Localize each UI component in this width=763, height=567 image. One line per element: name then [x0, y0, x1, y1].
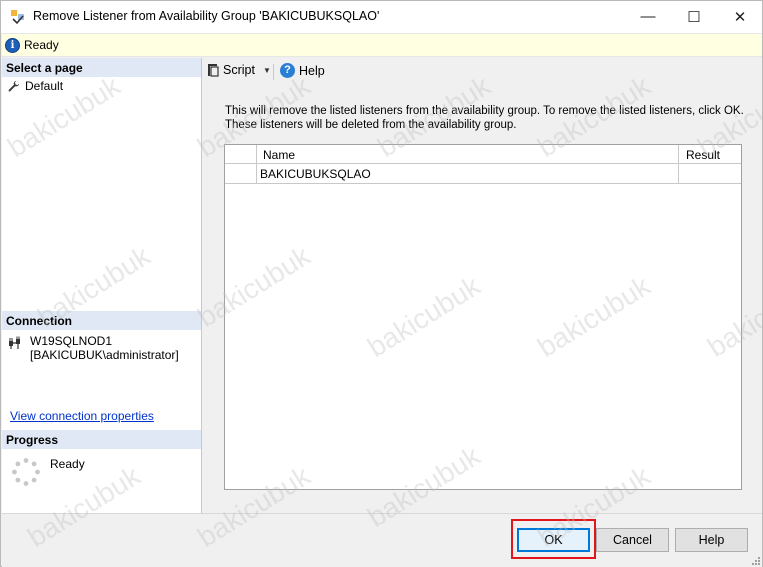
info-icon: i [5, 38, 20, 53]
column-header-result[interactable]: Result [686, 148, 720, 162]
main-content: This will remove the listed listeners fr… [203, 87, 762, 513]
status-bar: i Ready [2, 33, 762, 57]
maximize-button[interactable]: ☐ [671, 1, 717, 32]
connection-user: [BAKICUBUK\administrator] [30, 348, 179, 362]
cancel-button[interactable]: Cancel [596, 528, 669, 552]
progress-status: Ready [50, 457, 85, 471]
help-label: Help [299, 63, 325, 78]
title-bar: Remove Listener from Availability Group … [1, 1, 762, 33]
minimize-button[interactable]: — [625, 1, 671, 32]
chevron-down-icon[interactable]: ▼ [263, 66, 271, 75]
help-button[interactable]: Help [675, 528, 748, 552]
listeners-grid[interactable]: Name Result BAKICUBUKSQLAO [224, 144, 742, 490]
listener-name-cell: BAKICUBUKSQLAO [260, 167, 371, 181]
select-page-header: Select a page [2, 58, 201, 77]
progress-spinner-icon [12, 458, 40, 486]
view-connection-properties-link[interactable]: View connection properties [10, 409, 154, 423]
toolbar-separator [273, 64, 274, 80]
toolbar: Script ▼ ? Help [203, 59, 762, 85]
app-icon [11, 10, 24, 25]
grid-header: Name Result [225, 145, 741, 164]
help-toolbar-button[interactable]: ? Help [280, 63, 325, 78]
script-icon [208, 64, 219, 77]
script-button[interactable]: Script ▼ [206, 63, 271, 77]
column-header-name[interactable]: Name [263, 148, 295, 162]
resize-grip-icon[interactable] [750, 555, 760, 565]
help-icon: ? [280, 63, 295, 78]
window-title: Remove Listener from Availability Group … [33, 9, 380, 23]
row-header [225, 164, 257, 183]
wrench-icon [8, 80, 20, 92]
column-divider [678, 164, 679, 183]
info-message: This will remove the listed listeners fr… [225, 105, 744, 131]
progress-header: Progress [2, 430, 201, 449]
dialog-window: Remove Listener from Availability Group … [0, 0, 763, 567]
connection-header: Connection [2, 311, 201, 330]
ok-button[interactable]: OK [517, 528, 590, 552]
table-row[interactable]: BAKICUBUKSQLAO [225, 164, 741, 184]
left-panel: Select a page Default Connection W19SQLN… [2, 58, 202, 513]
connection-icon [9, 336, 20, 349]
connection-server: W19SQLNOD1 [30, 334, 113, 348]
button-bar: OK Cancel Help [2, 513, 762, 567]
page-item-default[interactable]: Default [8, 79, 63, 93]
row-header-column [225, 145, 257, 164]
close-button[interactable]: ✕ [717, 1, 763, 32]
script-label: Script [223, 63, 255, 77]
status-text: Ready [24, 38, 59, 52]
page-item-label: Default [25, 79, 64, 93]
column-divider [678, 145, 679, 164]
